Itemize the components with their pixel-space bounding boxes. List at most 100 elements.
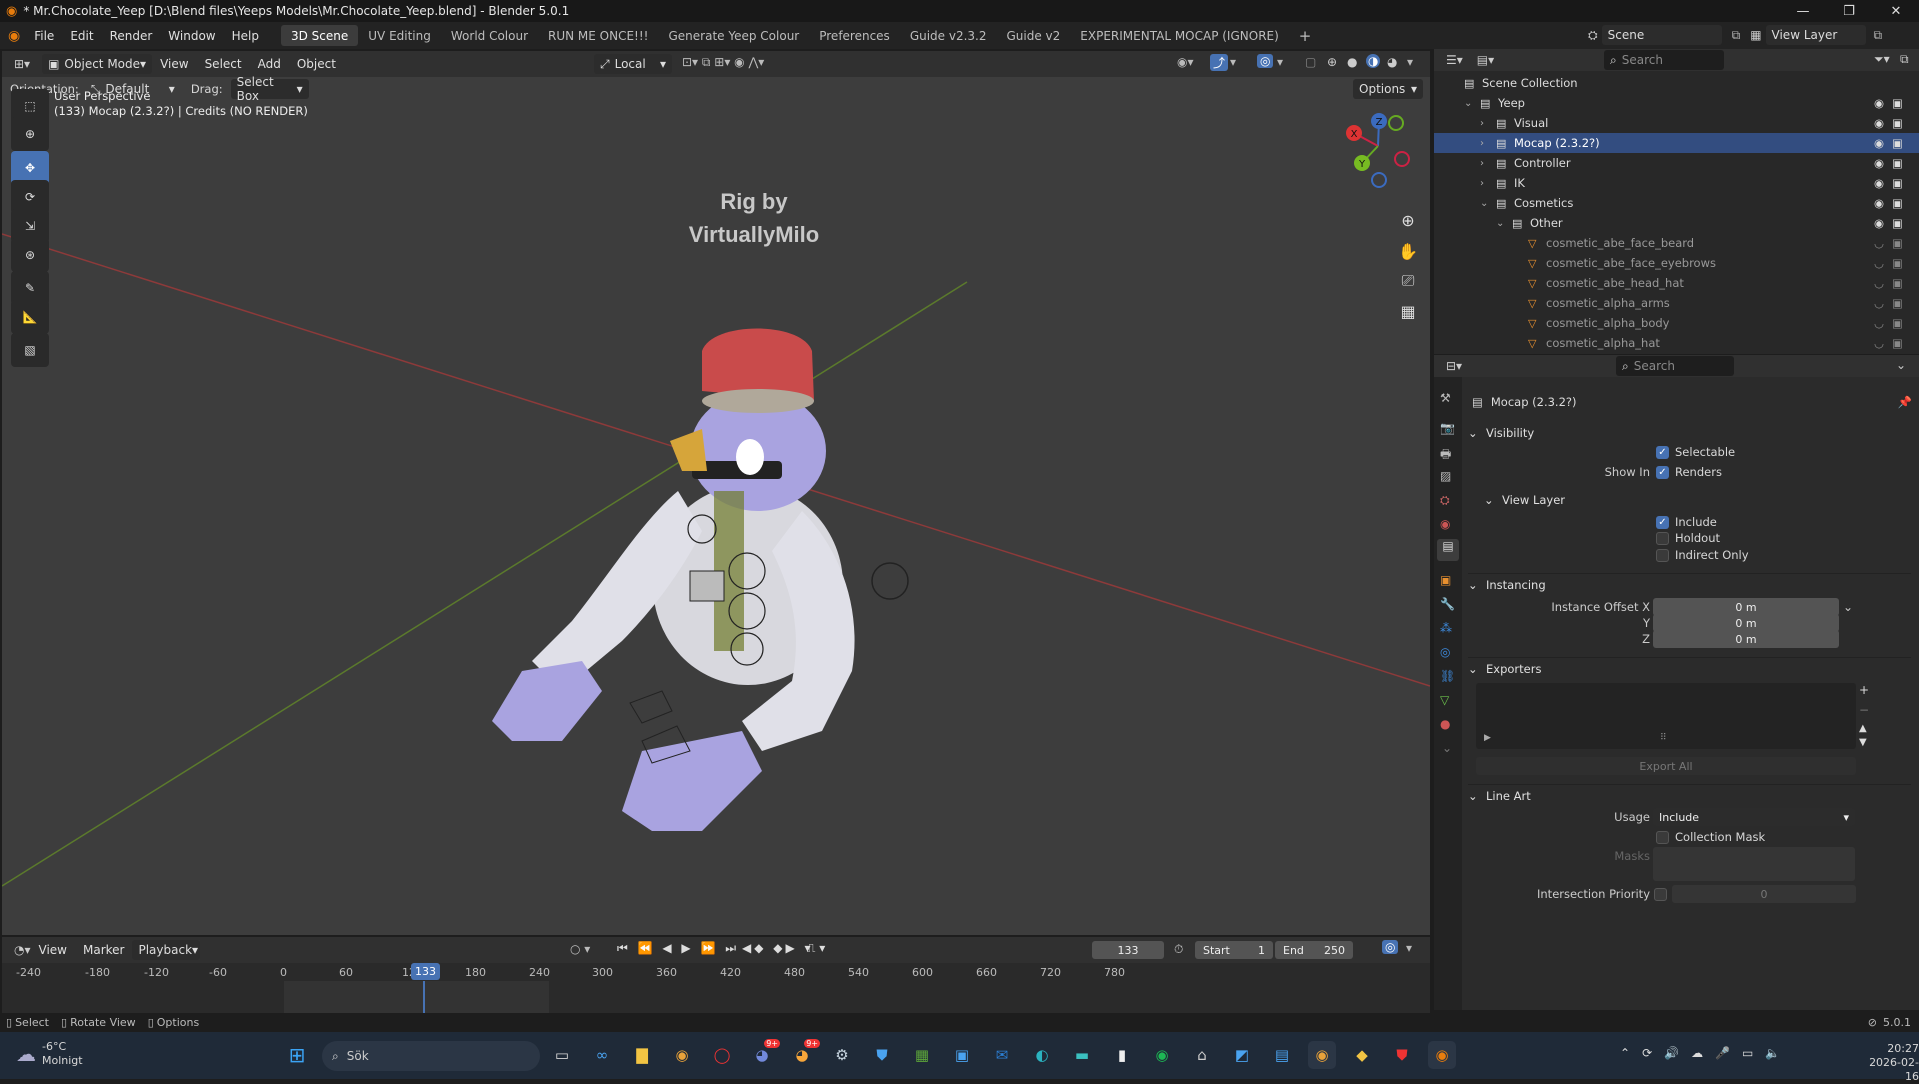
- workspace-tab-uv-editing[interactable]: UV Editing: [358, 25, 441, 46]
- red-shield-app-icon[interactable]: ⛊: [1388, 1041, 1416, 1069]
- pin-icon[interactable]: 📌: [1898, 395, 1912, 409]
- usage-dropdown[interactable]: Include ▾: [1653, 808, 1855, 826]
- start-frame-field[interactable]: Start 1: [1195, 941, 1273, 959]
- shield-app-icon[interactable]: ⛊: [868, 1041, 896, 1069]
- paint-icon[interactable]: ◩: [1228, 1041, 1256, 1069]
- instance-offset-z-field[interactable]: 0 m: [1653, 630, 1839, 648]
- taskbar-search-input[interactable]: ⌕ Sök: [322, 1041, 540, 1071]
- playback-controls-icon[interactable]: ⏮ ⏪ ◀ ▶ ⏩ ⏭: [617, 941, 739, 956]
- workspace-tab-experimental-mocap[interactable]: EXPERIMENTAL MOCAP (IGNORE): [1070, 25, 1289, 46]
- exporters-panel-header[interactable]: ⌄ Exporters: [1468, 657, 1911, 679]
- cursor-tool[interactable]: ⊕: [11, 117, 49, 151]
- chevron-down-icon[interactable]: ⌄: [1480, 198, 1488, 209]
- outliner-row[interactable]: ▽ cosmetic_alpha_arms ◡ ▣: [1434, 293, 1919, 313]
- collection-mask-checkbox[interactable]: Collection Mask: [1656, 830, 1765, 844]
- outliner-row[interactable]: ▽ cosmetic_abe_face_eyebrows ◡ ▣: [1434, 253, 1919, 273]
- hidden-eye-icon[interactable]: ◡: [1874, 276, 1884, 290]
- outliner-row[interactable]: ▽ cosmetic_abe_head_hat ◡ ▣: [1434, 273, 1919, 293]
- ortho-toggle-button[interactable]: ▦: [1392, 295, 1424, 327]
- spotify-icon[interactable]: ◉: [1148, 1041, 1176, 1069]
- output-tab-icon[interactable]: 🖶: [1440, 445, 1451, 466]
- chevron-right-icon[interactable]: ›: [1480, 178, 1484, 189]
- view-layer-icon[interactable]: ▦: [1750, 28, 1761, 42]
- terminal-icon[interactable]: ▬: [1068, 1041, 1096, 1069]
- timeline-overlay-dropdown-icon[interactable]: ▾: [1406, 941, 1412, 955]
- outliner-row[interactable]: ▤ Scene Collection: [1434, 73, 1919, 93]
- add-exporter-icon[interactable]: +: [1859, 683, 1869, 697]
- discord-icon[interactable]: ◕ 9+: [748, 1039, 780, 1069]
- workspace-tab-generate-yeep-colour[interactable]: Generate Yeep Colour: [659, 25, 810, 46]
- close-button[interactable]: ✕: [1873, 0, 1919, 22]
- new-scene-icon[interactable]: ⧉: [1732, 28, 1741, 43]
- epic-games-icon[interactable]: ▮: [1108, 1041, 1136, 1069]
- monitor-icon[interactable]: ▭: [1742, 1046, 1753, 1060]
- camera-icon[interactable]: ▣: [1892, 296, 1903, 310]
- menu-file[interactable]: File: [26, 22, 62, 49]
- view-layer-tab-icon[interactable]: ▨: [1440, 469, 1451, 483]
- outliner-row[interactable]: › ▤ Visual ◉ ▣: [1434, 113, 1919, 133]
- properties-search-input[interactable]: ⌕ Search: [1616, 356, 1734, 376]
- scene-selector[interactable]: Scene: [1601, 25, 1722, 45]
- outliner-row-selected[interactable]: › ▤ Mocap (2.3.2?) ◉ ▣: [1434, 133, 1919, 153]
- camera-icon[interactable]: ▣: [1892, 336, 1903, 350]
- animate-property-icon[interactable]: ⌄: [1843, 600, 1853, 614]
- record-icon[interactable]: ○ ▾: [570, 942, 590, 956]
- pan-button[interactable]: ✋: [1392, 235, 1424, 267]
- chevron-right-icon[interactable]: ›: [1480, 118, 1484, 129]
- mouse-app-icon[interactable]: ⌂: [1188, 1041, 1216, 1069]
- tool-tab-icon[interactable]: ⚒: [1440, 391, 1451, 405]
- remove-exporter-icon[interactable]: −: [1859, 703, 1869, 717]
- workspace-tab-3d-scene[interactable]: 3D Scene: [280, 25, 359, 46]
- outliner-row[interactable]: ⌄ ▤ Yeep ◉ ▣: [1434, 93, 1919, 113]
- blender-taskbar-icon[interactable]: ◉: [1428, 1041, 1456, 1069]
- line-art-panel-header[interactable]: ⌄ Line Art: [1468, 784, 1911, 806]
- timeline-editor-type-icon[interactable]: ◔▾: [14, 943, 31, 957]
- workspace-tab-world-colour[interactable]: World Colour: [441, 25, 538, 46]
- edge-icon[interactable]: ◐: [1028, 1041, 1056, 1069]
- maximize-button[interactable]: ❐: [1826, 0, 1872, 22]
- workspace-tab-guide-v2[interactable]: Guide v2: [997, 25, 1071, 46]
- holdout-checkbox[interactable]: Holdout: [1656, 531, 1720, 545]
- chevron-down-icon[interactable]: ⌄: [1464, 98, 1472, 109]
- timeline-menu-view[interactable]: View: [31, 937, 75, 964]
- properties-editor-type-icon[interactable]: ⊟▾: [1446, 359, 1462, 373]
- outliner-row[interactable]: ▽ cosmetic_alpha_hat ◡ ▣: [1434, 333, 1919, 353]
- chat-app-icon[interactable]: ◕ 9+: [788, 1039, 820, 1069]
- more-tabs-icon[interactable]: ⌄: [1442, 741, 1452, 755]
- weather-widget[interactable]: ☁ -6°C Molnigt: [16, 1040, 83, 1068]
- outlook-icon[interactable]: ✉: [988, 1041, 1016, 1069]
- add-cube-tool[interactable]: ▧: [11, 333, 49, 367]
- visibility-panel-header[interactable]: ⌄ Visibility: [1468, 422, 1911, 444]
- steam-icon[interactable]: ⚙: [828, 1041, 856, 1069]
- sync-icon[interactable]: ⟳: [1642, 1046, 1652, 1060]
- outliner-row[interactable]: › ▤ IK ◉ ▣: [1434, 173, 1919, 193]
- playhead-frame-label[interactable]: 133: [411, 963, 440, 980]
- camera-view-button[interactable]: ⎚: [1392, 265, 1424, 297]
- microphone-icon[interactable]: 🎤: [1715, 1046, 1730, 1060]
- outliner-row[interactable]: › ▤ Controller ◉ ▣: [1434, 153, 1919, 173]
- camera-icon[interactable]: ▣: [1892, 316, 1903, 330]
- keyframe-jump-icon[interactable]: ◀◆ ◆▶ ▾: [742, 941, 814, 955]
- world-tab-icon[interactable]: ◉: [1440, 517, 1450, 531]
- selectable-checkbox[interactable]: ✓ Selectable: [1656, 445, 1735, 459]
- outliner-row[interactable]: ▽ cosmetic_abe_face_beard ◡ ▣: [1434, 233, 1919, 253]
- material-tab-icon[interactable]: ●: [1440, 717, 1450, 731]
- properties-options-icon[interactable]: ⌄: [1896, 358, 1906, 372]
- hidden-eye-icon[interactable]: ◡: [1874, 256, 1884, 270]
- chevron-right-icon[interactable]: ›: [1480, 138, 1484, 149]
- timeline-ruler[interactable]: -240 -180 -120 -60 0 60 12 133 180 240 3…: [2, 963, 1430, 981]
- lightning-app-icon[interactable]: ◆: [1348, 1041, 1376, 1069]
- current-frame-field[interactable]: 133: [1092, 941, 1164, 959]
- navigation-gizmo[interactable]: Z X Y: [1346, 113, 1410, 188]
- playhead-line[interactable]: [423, 981, 425, 1013]
- chrome-icon[interactable]: ◉: [668, 1041, 696, 1069]
- notepad-icon[interactable]: ▤: [1268, 1041, 1296, 1069]
- workspace-tab-guide-v232[interactable]: Guide v2.3.2: [900, 25, 997, 46]
- outliner-row[interactable]: ⌄ ▤ Cosmetics ◉ ▣: [1434, 193, 1919, 213]
- move-up-icon[interactable]: ▲: [1859, 723, 1867, 734]
- menu-render[interactable]: Render: [102, 22, 161, 49]
- stopwatch-icon[interactable]: ⏱: [1174, 942, 1183, 957]
- hidden-eye-icon[interactable]: ◡: [1874, 336, 1884, 350]
- new-collection-icon[interactable]: ⧉: [1900, 52, 1909, 67]
- object-tab-icon[interactable]: ▣: [1440, 573, 1451, 587]
